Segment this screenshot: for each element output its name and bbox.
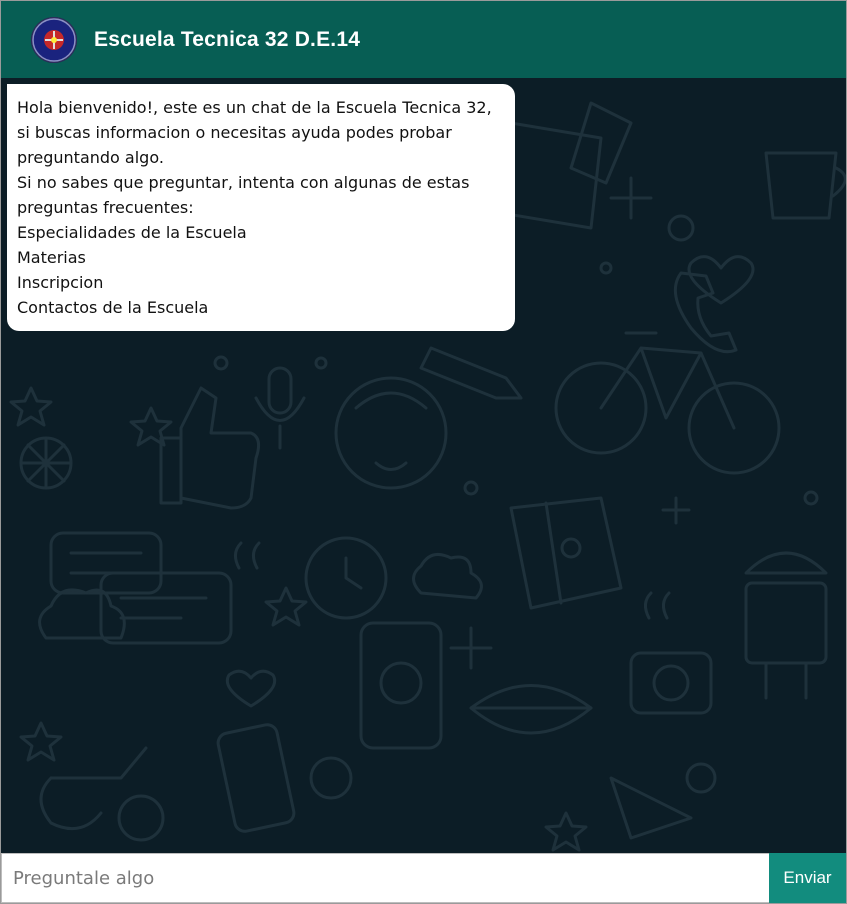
page-title: Escuela Tecnica 32 D.E.14	[94, 27, 361, 51]
message-line: Si no sabes que preguntar, intenta con a…	[17, 173, 470, 217]
chat-app: Escuela Tecnica 32 D.E.14 Hola bienvenid…	[0, 0, 847, 904]
message-line: Hola bienvenido!, este es un chat de la …	[17, 98, 492, 167]
chat-area[interactable]: Hola bienvenido!, este es un chat de la …	[1, 78, 846, 853]
faq-item-contactos: Contactos de la Escuela	[17, 298, 209, 317]
faq-item-inscripcion: Inscripcion	[17, 273, 104, 292]
faq-item-materias: Materias	[17, 248, 86, 267]
school-crest-icon	[31, 16, 77, 63]
chat-header: Escuela Tecnica 32 D.E.14	[1, 1, 846, 78]
send-button[interactable]: Enviar	[769, 853, 846, 903]
bot-message: Hola bienvenido!, este es un chat de la …	[7, 84, 515, 331]
question-input[interactable]	[1, 853, 769, 903]
faq-item-especialidades: Especialidades de la Escuela	[17, 223, 247, 242]
message-composer: Enviar	[1, 853, 846, 903]
